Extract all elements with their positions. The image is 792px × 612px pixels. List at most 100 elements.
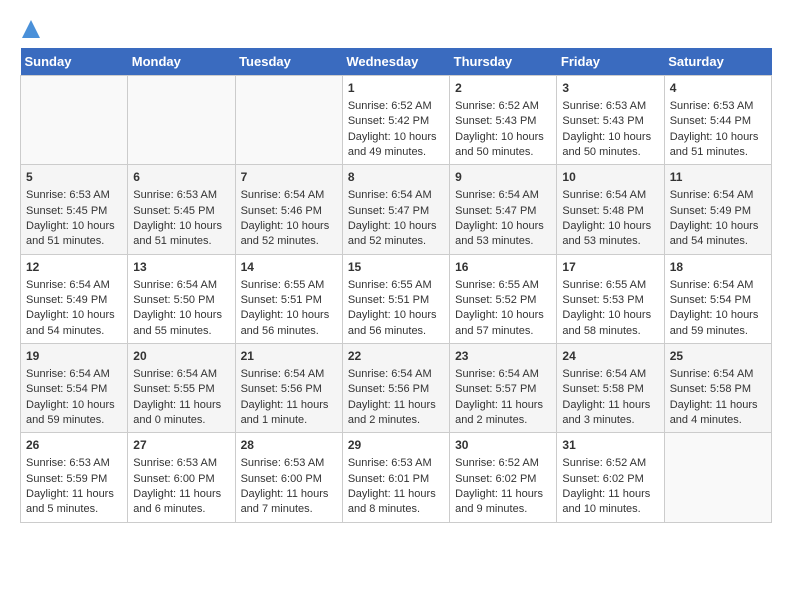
calendar-cell: 16Sunrise: 6:55 AMSunset: 5:52 PMDayligh… [450,254,557,343]
header-cell-sunday: Sunday [21,48,128,76]
cell-info: Sunrise: 6:53 AM [670,99,766,114]
cell-info: and 6 minutes. [133,502,229,517]
day-number: 5 [26,169,122,186]
cell-info: and 50 minutes. [562,145,658,160]
cell-info: Sunrise: 6:54 AM [455,367,551,382]
cell-info: Daylight: 10 hours [26,398,122,413]
day-number: 27 [133,437,229,454]
cell-info: and 54 minutes. [670,234,766,249]
cell-info: Sunset: 6:00 PM [133,472,229,487]
calendar-cell: 2Sunrise: 6:52 AMSunset: 5:43 PMDaylight… [450,76,557,165]
cell-info: Daylight: 11 hours [455,398,551,413]
cell-info: Sunset: 5:45 PM [133,204,229,219]
cell-info: Daylight: 10 hours [348,308,444,323]
cell-info: Sunset: 5:43 PM [562,114,658,129]
header-cell-tuesday: Tuesday [235,48,342,76]
cell-info: and 51 minutes. [670,145,766,160]
cell-info: Daylight: 11 hours [133,487,229,502]
cell-info: Sunrise: 6:52 AM [455,99,551,114]
cell-info: Sunrise: 6:53 AM [133,188,229,203]
cell-info: Sunrise: 6:54 AM [133,278,229,293]
cell-info: and 0 minutes. [133,413,229,428]
cell-info: Sunset: 5:49 PM [670,204,766,219]
calendar-cell: 8Sunrise: 6:54 AMSunset: 5:47 PMDaylight… [342,165,449,254]
cell-info: Sunset: 5:42 PM [348,114,444,129]
day-number: 10 [562,169,658,186]
cell-info: Sunset: 5:58 PM [670,382,766,397]
cell-info: Sunrise: 6:55 AM [348,278,444,293]
cell-info: Sunset: 5:50 PM [133,293,229,308]
cell-info: Sunset: 5:45 PM [26,204,122,219]
calendar-table: SundayMondayTuesdayWednesdayThursdayFrid… [20,48,772,523]
day-number: 30 [455,437,551,454]
cell-info: and 3 minutes. [562,413,658,428]
calendar-cell: 5Sunrise: 6:53 AMSunset: 5:45 PMDaylight… [21,165,128,254]
cell-info: Sunset: 5:51 PM [348,293,444,308]
cell-info: Sunrise: 6:54 AM [670,188,766,203]
cell-info: Daylight: 11 hours [455,487,551,502]
cell-info: Sunrise: 6:54 AM [241,188,337,203]
logo [20,20,40,38]
cell-info: Sunrise: 6:54 AM [133,367,229,382]
cell-info: and 52 minutes. [241,234,337,249]
cell-info: Sunset: 6:02 PM [455,472,551,487]
calendar-cell: 1Sunrise: 6:52 AMSunset: 5:42 PMDaylight… [342,76,449,165]
cell-info: Daylight: 10 hours [670,219,766,234]
day-number: 7 [241,169,337,186]
cell-info: Daylight: 11 hours [670,398,766,413]
calendar-cell: 4Sunrise: 6:53 AMSunset: 5:44 PMDaylight… [664,76,771,165]
cell-info: Sunset: 5:56 PM [348,382,444,397]
cell-info: and 58 minutes. [562,324,658,339]
cell-info: Daylight: 10 hours [348,130,444,145]
week-row-1: 1Sunrise: 6:52 AMSunset: 5:42 PMDaylight… [21,76,772,165]
cell-info: Sunset: 5:48 PM [562,204,658,219]
logo-text [20,20,40,38]
cell-info: Daylight: 10 hours [133,308,229,323]
week-row-2: 5Sunrise: 6:53 AMSunset: 5:45 PMDaylight… [21,165,772,254]
cell-info: and 8 minutes. [348,502,444,517]
cell-info: Daylight: 10 hours [241,219,337,234]
cell-info: Daylight: 10 hours [562,130,658,145]
cell-info: and 1 minute. [241,413,337,428]
cell-info: Daylight: 11 hours [241,487,337,502]
day-number: 17 [562,259,658,276]
cell-info: Sunset: 5:54 PM [26,382,122,397]
day-number: 28 [241,437,337,454]
header-cell-wednesday: Wednesday [342,48,449,76]
cell-info: Daylight: 11 hours [348,398,444,413]
cell-info: and 4 minutes. [670,413,766,428]
calendar-cell: 9Sunrise: 6:54 AMSunset: 5:47 PMDaylight… [450,165,557,254]
page-header [20,20,772,38]
cell-info: Sunrise: 6:53 AM [348,456,444,471]
cell-info: and 57 minutes. [455,324,551,339]
cell-info: Sunset: 5:51 PM [241,293,337,308]
cell-info: Sunset: 5:47 PM [348,204,444,219]
cell-info: Daylight: 10 hours [348,219,444,234]
day-number: 15 [348,259,444,276]
cell-info: Sunset: 6:00 PM [241,472,337,487]
cell-info: Sunrise: 6:55 AM [562,278,658,293]
header-cell-friday: Friday [557,48,664,76]
calendar-cell: 13Sunrise: 6:54 AMSunset: 5:50 PMDayligh… [128,254,235,343]
cell-info: Daylight: 10 hours [26,308,122,323]
day-number: 12 [26,259,122,276]
cell-info: and 10 minutes. [562,502,658,517]
cell-info: Daylight: 11 hours [562,398,658,413]
calendar-cell: 23Sunrise: 6:54 AMSunset: 5:57 PMDayligh… [450,344,557,433]
cell-info: Sunrise: 6:54 AM [348,188,444,203]
cell-info: Daylight: 10 hours [133,219,229,234]
calendar-cell: 11Sunrise: 6:54 AMSunset: 5:49 PMDayligh… [664,165,771,254]
cell-info: Sunset: 5:56 PM [241,382,337,397]
cell-info: Sunset: 5:52 PM [455,293,551,308]
calendar-cell: 29Sunrise: 6:53 AMSunset: 6:01 PMDayligh… [342,433,449,522]
week-row-4: 19Sunrise: 6:54 AMSunset: 5:54 PMDayligh… [21,344,772,433]
cell-info: Daylight: 10 hours [670,308,766,323]
calendar-cell: 18Sunrise: 6:54 AMSunset: 5:54 PMDayligh… [664,254,771,343]
cell-info: and 55 minutes. [133,324,229,339]
cell-info: Sunset: 5:47 PM [455,204,551,219]
cell-info: Sunrise: 6:53 AM [26,188,122,203]
day-number: 20 [133,348,229,365]
cell-info: Sunset: 6:02 PM [562,472,658,487]
day-number: 29 [348,437,444,454]
cell-info: and 51 minutes. [26,234,122,249]
